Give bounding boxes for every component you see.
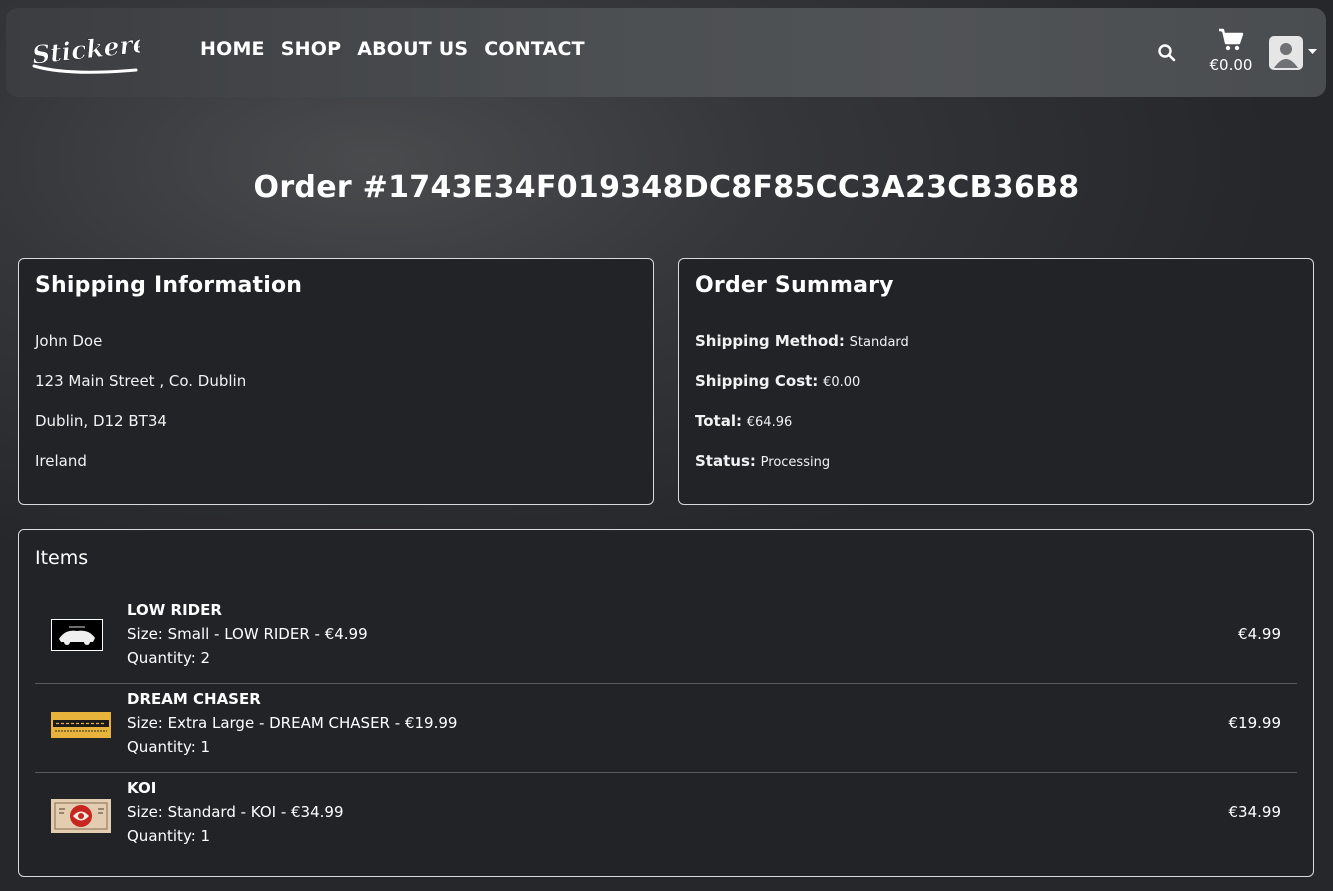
item-name: KOI xyxy=(127,779,157,797)
shipping-info-card: Shipping Information John Doe 123 Main S… xyxy=(18,258,654,505)
navbar: Stickered HOME SHOP ABOUT US CONTACT €0.… xyxy=(6,8,1326,97)
cart-button[interactable]: €0.00 xyxy=(1201,28,1261,84)
total-row: Total: €64.96 xyxy=(695,412,792,430)
list-item[interactable]: KOI Size: Standard - KOI - €34.99 Quanti… xyxy=(35,773,1297,862)
list-item[interactable]: DREAM CHASER Size: Extra Large - DREAM C… xyxy=(35,684,1297,773)
item-quantity: Quantity: 1 xyxy=(127,738,211,756)
shipping-cost-row: Shipping Cost: €0.00 xyxy=(695,372,860,390)
items-card: Items LOW RIDER Size: Small - LOW RIDER … xyxy=(18,529,1314,877)
svg-text:Stickered: Stickered xyxy=(31,27,140,70)
status-row: Status: Processing xyxy=(695,452,830,470)
items-heading: Items xyxy=(35,547,89,569)
koi-thumbnail xyxy=(51,799,111,833)
page-title: Order #1743E34F019348DC8F85CC3A23CB36B8 xyxy=(253,170,1080,205)
total-label: Total: xyxy=(695,412,742,430)
item-price: €34.99 xyxy=(1228,803,1282,821)
item-description: Size: Small - LOW RIDER - €4.99 xyxy=(127,625,368,643)
shipping-country: Ireland xyxy=(35,452,87,470)
item-name: DREAM CHASER xyxy=(127,690,261,708)
chevron-down-icon xyxy=(1308,49,1317,54)
item-quantity: Quantity: 1 xyxy=(127,827,211,845)
shipping-info-heading: Shipping Information xyxy=(35,273,303,298)
order-summary-card: Order Summary Shipping Method: Standard … xyxy=(678,258,1314,505)
item-description: Size: Extra Large - DREAM CHASER - €19.9… xyxy=(127,714,458,732)
nav-home[interactable]: HOME xyxy=(200,38,265,60)
nav-shop[interactable]: SHOP xyxy=(281,38,341,60)
stickered-logo[interactable]: Stickered xyxy=(28,26,140,76)
dream-chaser-thumbnail xyxy=(51,712,111,738)
low-rider-thumbnail xyxy=(51,619,103,651)
status-label: Status: xyxy=(695,452,756,470)
item-description: Size: Standard - KOI - €34.99 xyxy=(127,803,344,821)
search-icon[interactable] xyxy=(1157,43,1177,63)
shipping-city: Dublin, D12 BT34 xyxy=(35,412,167,430)
shipping-method-row: Shipping Method: Standard xyxy=(695,332,909,350)
shipping-cost-value: €0.00 xyxy=(823,375,861,390)
item-quantity: Quantity: 2 xyxy=(127,649,211,667)
status-value: Processing xyxy=(760,455,831,470)
main-nav: HOME SHOP ABOUT US CONTACT xyxy=(200,38,601,60)
cart-icon xyxy=(1219,28,1244,51)
total-value: €64.96 xyxy=(746,415,793,430)
item-price: €19.99 xyxy=(1228,714,1282,732)
shipping-address: 123 Main Street , Co. Dublin xyxy=(35,372,247,390)
item-name: LOW RIDER xyxy=(127,601,222,619)
shipping-method-label: Shipping Method: xyxy=(695,332,845,350)
user-menu-toggle[interactable] xyxy=(1269,36,1325,76)
shipping-name: John Doe xyxy=(35,332,103,350)
order-summary-heading: Order Summary xyxy=(695,273,894,298)
nav-contact[interactable]: CONTACT xyxy=(484,38,585,60)
item-price: €4.99 xyxy=(1238,625,1281,643)
shipping-cost-label: Shipping Cost: xyxy=(695,372,819,390)
nav-about-us[interactable]: ABOUT US xyxy=(357,38,468,60)
cart-total: €0.00 xyxy=(1209,56,1253,74)
list-item[interactable]: LOW RIDER Size: Small - LOW RIDER - €4.9… xyxy=(35,595,1297,684)
shipping-method-value: Standard xyxy=(849,335,909,350)
user-avatar-icon xyxy=(1269,36,1303,70)
